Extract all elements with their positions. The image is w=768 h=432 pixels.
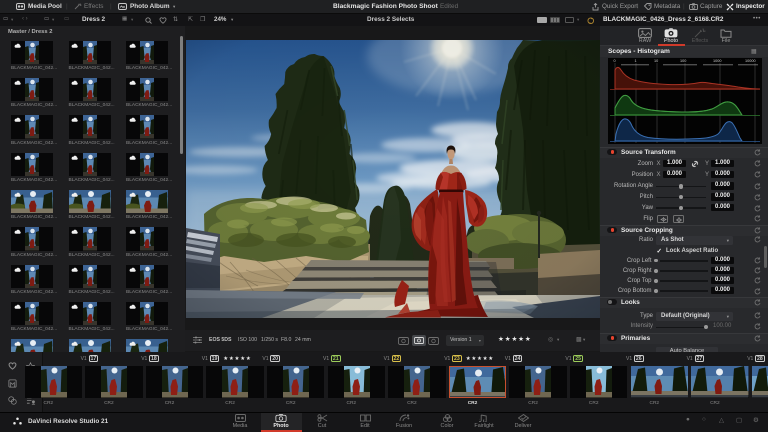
svg-text:1000: 1000 — [713, 59, 721, 63]
svg-text:1: 1 — [635, 59, 637, 63]
svg-text:10: 10 — [654, 59, 658, 63]
svg-text:0: 0 — [614, 59, 616, 63]
svg-text:100: 100 — [680, 59, 686, 63]
svg-text:10000: 10000 — [745, 59, 756, 63]
